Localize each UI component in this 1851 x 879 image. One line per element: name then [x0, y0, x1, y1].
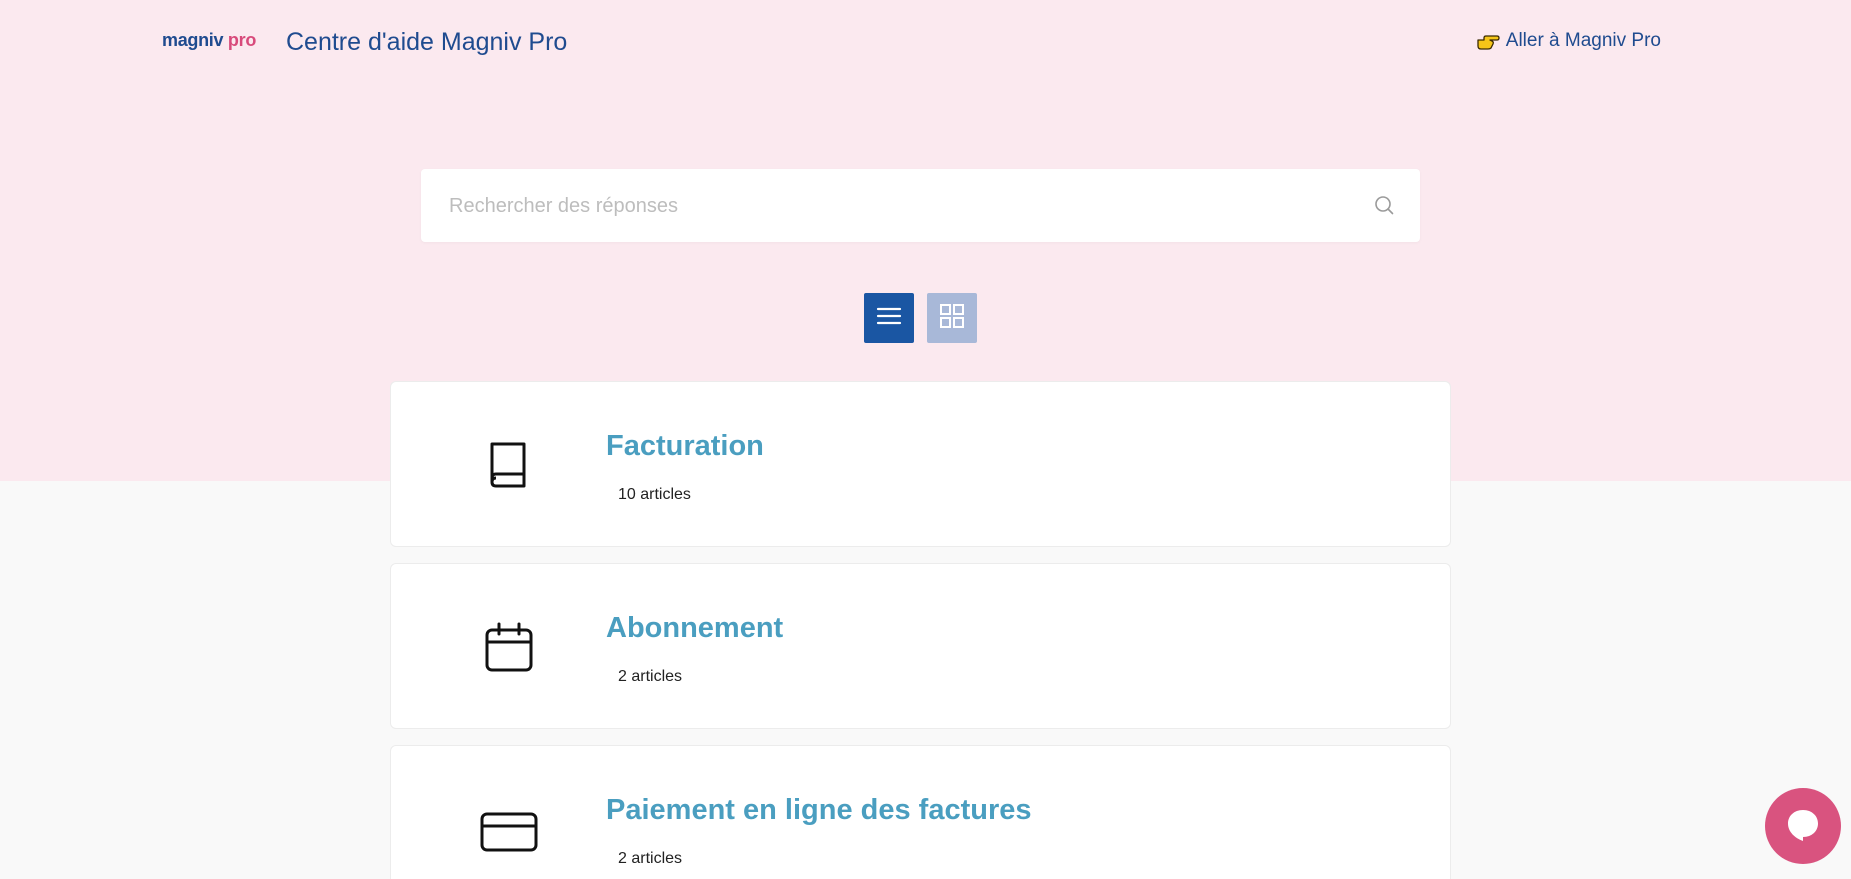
category-title: Abonnement: [606, 612, 784, 644]
goto-link-label: Aller à Magniv Pro: [1505, 30, 1661, 51]
chat-bubble-icon: [1784, 805, 1822, 848]
logo-accent-text: pro: [227, 30, 257, 50]
list-icon: [876, 306, 902, 331]
magniv-pro-logo[interactable]: magniv pro: [162, 30, 256, 51]
search-icon[interactable]: [1372, 193, 1396, 217]
chat-launcher-button[interactable]: [1765, 788, 1841, 864]
category-card-facturation[interactable]: Facturation 10 articles: [390, 381, 1451, 547]
grid-view-button[interactable]: [927, 293, 977, 343]
category-card-paiement[interactable]: Paiement en ligne des factures 2 article…: [390, 745, 1451, 879]
category-title: Paiement en ligne des factures: [606, 794, 1032, 826]
goto-magniv-pro-link[interactable]: Aller à Magniv Pro: [1476, 30, 1661, 52]
search-box: [421, 169, 1420, 244]
category-article-count: 2 articles: [618, 668, 683, 685]
list-view-button[interactable]: [864, 293, 914, 343]
credit-card-icon: [477, 798, 539, 860]
category-card-abonnement[interactable]: Abonnement 2 articles: [390, 563, 1451, 729]
category-article-count: 2 articles: [618, 850, 683, 867]
pointing-hand-icon: [1476, 31, 1500, 51]
calendar-icon: [477, 616, 539, 678]
search-input[interactable]: [447, 169, 1351, 244]
book-icon: [477, 434, 539, 496]
category-article-count: 10 articles: [618, 486, 691, 503]
logo-main-text: magniv: [162, 30, 224, 50]
grid-icon: [939, 303, 965, 334]
site-title[interactable]: Centre d'aide Magniv Pro: [286, 28, 567, 57]
category-title: Facturation: [606, 430, 764, 462]
help-center-page: magniv pro Centre d'aide Magniv Pro Alle…: [0, 0, 1851, 879]
